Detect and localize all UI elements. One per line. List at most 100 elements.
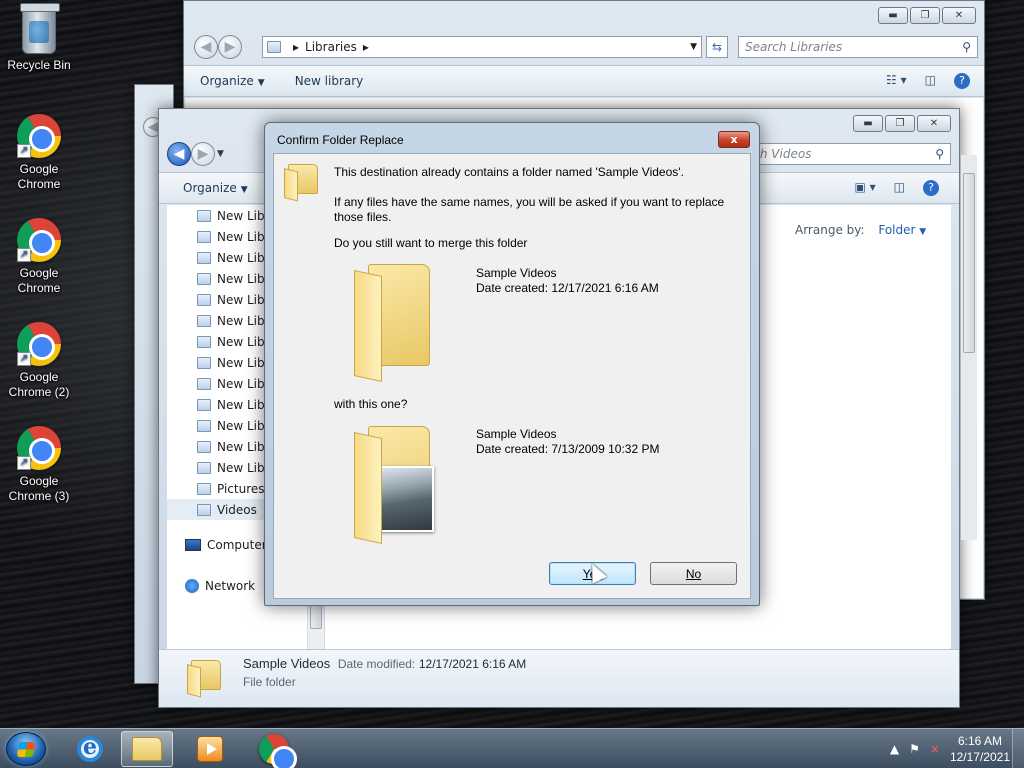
nav-scrollbar-thumb[interactable] bbox=[310, 605, 322, 629]
view-options-icon[interactable]: ☷ ▾ bbox=[886, 73, 907, 89]
close-icon: x bbox=[730, 133, 738, 146]
command-bar: Organize ▼ New library ☷ ▾ ◫ ? bbox=[184, 65, 984, 97]
library-icon bbox=[197, 293, 211, 306]
recycle-bin-icon bbox=[20, 3, 60, 54]
nav-item-label: New Libr bbox=[217, 229, 270, 244]
chevron-down-icon[interactable]: ▼ bbox=[690, 42, 697, 52]
library-icon bbox=[197, 461, 211, 474]
arrange-by-value: Folder bbox=[878, 223, 916, 237]
library-icon bbox=[197, 251, 211, 264]
confirm-folder-replace-dialog: Confirm Folder Replace x This destinatio… bbox=[264, 122, 760, 606]
source-folder-date: Date created: 12/17/2021 6:16 AM bbox=[476, 281, 659, 295]
nav-item-label: Pictures bbox=[217, 481, 265, 496]
recent-pages-icon[interactable]: ▼ bbox=[217, 149, 224, 159]
preview-pane-icon[interactable]: ◫ bbox=[925, 73, 936, 89]
chevron-right-icon: ▸ bbox=[362, 40, 369, 54]
libraries-icon bbox=[267, 41, 281, 53]
forward-button[interactable]: ▶ bbox=[218, 35, 242, 59]
start-button[interactable] bbox=[6, 732, 46, 766]
nav-item-label: New Libr bbox=[217, 355, 270, 370]
library-icon bbox=[197, 314, 211, 327]
show-desktop-button[interactable] bbox=[1012, 729, 1024, 768]
desktop-icon-chrome-copy[interactable]: ↗ Google Chrome bbox=[2, 218, 76, 296]
organize-label: Organize bbox=[183, 181, 237, 195]
close-button[interactable]: ✕ bbox=[917, 115, 951, 132]
clock-time: 6:16 AM bbox=[957, 734, 1002, 748]
library-icon bbox=[197, 419, 211, 432]
maximize-button[interactable]: ❐ bbox=[910, 7, 940, 24]
address-segment-libraries[interactable]: Libraries bbox=[305, 40, 357, 54]
desktop-icon-chrome[interactable]: ↗ Google Chrome bbox=[2, 114, 76, 192]
show-hidden-icons-icon[interactable]: ▲ bbox=[890, 742, 899, 756]
address-bar[interactable]: ▸ Libraries ▸ ▼ bbox=[262, 36, 702, 58]
taskbar-internet-explorer[interactable] bbox=[64, 731, 116, 767]
arrange-by-label: Arrange by: bbox=[795, 223, 865, 237]
new-library-button[interactable]: New library bbox=[295, 74, 364, 88]
shortcut-arrow-icon: ↗ bbox=[17, 352, 31, 366]
help-icon[interactable]: ? bbox=[923, 180, 939, 196]
internet-explorer-icon bbox=[77, 734, 103, 762]
taskbar-chrome[interactable] bbox=[248, 731, 300, 768]
library-icon bbox=[197, 377, 211, 390]
source-folder-icon bbox=[354, 264, 436, 382]
dialog-message-files: If any files have the same names, you wi… bbox=[334, 195, 725, 224]
chrome-icon: ↗ bbox=[17, 322, 61, 366]
organize-label: Organize bbox=[200, 74, 254, 88]
media-player-icon bbox=[197, 736, 223, 762]
forward-button[interactable]: ▶ bbox=[191, 142, 215, 166]
organize-button[interactable]: Organize ▼ bbox=[183, 181, 248, 195]
library-icon bbox=[197, 398, 211, 411]
search-placeholder: Search Libraries bbox=[745, 40, 843, 54]
clock-date: 12/17/2021 bbox=[949, 750, 1010, 764]
dialog-close-button[interactable]: x bbox=[718, 131, 750, 148]
no-button[interactable]: No bbox=[650, 562, 737, 585]
library-icon bbox=[197, 272, 211, 285]
taskbar-media-player[interactable] bbox=[184, 731, 236, 767]
arrange-by-dropdown[interactable]: Folder ▼ bbox=[878, 223, 926, 237]
taskbar-windows-explorer[interactable] bbox=[121, 731, 173, 767]
library-icon bbox=[197, 356, 211, 369]
nav-item-label: New Libr bbox=[217, 376, 270, 391]
refresh-button[interactable]: ⇆ bbox=[706, 36, 728, 58]
nav-item-label: New Libr bbox=[217, 313, 270, 328]
back-button[interactable]: ◀ bbox=[194, 35, 218, 59]
preview-pane-icon[interactable]: ◫ bbox=[894, 180, 905, 196]
desktop-icon-chrome-3[interactable]: ↗ Google Chrome (3) bbox=[2, 426, 76, 504]
close-button[interactable]: ✕ bbox=[942, 7, 976, 24]
search-icon: ⚲ bbox=[962, 40, 971, 54]
minimize-button[interactable]: ▬ bbox=[878, 7, 908, 24]
desktop-icon-label: Google Chrome (3) bbox=[8, 474, 70, 503]
nav-buttons: ◀ ▶ bbox=[194, 35, 242, 59]
dialog-with-label: with this one? bbox=[334, 397, 408, 411]
action-center-flag-icon[interactable]: ⚑ bbox=[909, 742, 920, 756]
chrome-icon bbox=[259, 734, 297, 768]
help-icon[interactable]: ? bbox=[954, 73, 970, 89]
chevron-down-icon: ▼ bbox=[240, 185, 248, 195]
dialog-question: Do you still want to merge this folder bbox=[334, 236, 528, 250]
desktop-icon-label: Google Chrome (2) bbox=[8, 370, 70, 399]
desktop-icon-chrome-2[interactable]: ↗ Google Chrome (2) bbox=[2, 322, 76, 400]
content-scrollbar-thumb[interactable] bbox=[963, 173, 975, 353]
view-options-icon[interactable]: ▣ ▾ bbox=[854, 180, 875, 196]
chevron-down-icon: ▼ bbox=[257, 78, 265, 88]
windows-explorer-icon bbox=[132, 737, 162, 761]
search-input[interactable]: Search Libraries ⚲ bbox=[738, 36, 978, 58]
nav-item-label: New Libr bbox=[217, 292, 270, 307]
library-icon bbox=[197, 440, 211, 453]
maximize-button[interactable]: ❐ bbox=[885, 115, 915, 132]
nav-item-label: New Libr bbox=[217, 397, 270, 412]
nav-item-label: Videos bbox=[217, 502, 257, 517]
dialog-title: Confirm Folder Replace bbox=[277, 133, 404, 147]
clock[interactable]: 6:16 AM 12/17/2021 bbox=[950, 733, 1010, 765]
back-button[interactable]: ◀ bbox=[167, 142, 191, 166]
chrome-icon: ↗ bbox=[17, 426, 61, 470]
shortcut-arrow-icon: ↗ bbox=[17, 144, 31, 158]
taskbar: ▲ ⚑ ⨯ 6:16 AM 12/17/2021 bbox=[0, 728, 1024, 768]
network-disconnected-icon[interactable]: ⨯ bbox=[930, 742, 940, 756]
organize-button[interactable]: Organize ▼ bbox=[200, 74, 265, 88]
desktop-icon-recycle-bin[interactable]: Recycle Bin bbox=[2, 3, 76, 73]
minimize-button[interactable]: ▬ bbox=[853, 115, 883, 132]
nav-item-label: New Libr bbox=[217, 460, 270, 475]
desktop-icon-label: Google Chrome bbox=[17, 266, 61, 295]
content-scrollbar[interactable] bbox=[961, 155, 977, 540]
